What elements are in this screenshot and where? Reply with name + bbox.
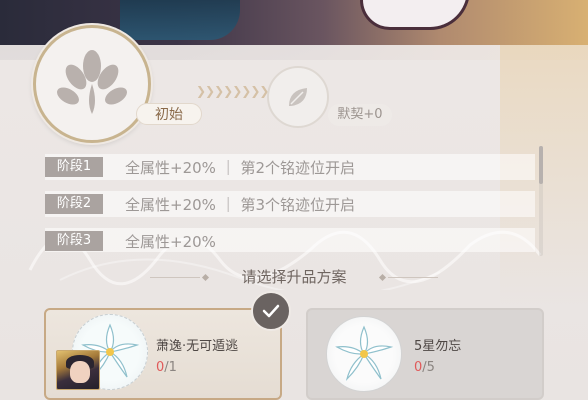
white-lily-icon [335,325,394,381]
stage-medallion [33,25,151,143]
stage-tag: 阶段2 [45,194,103,214]
divider [388,277,438,278]
stage-row: 阶段1 全属性+20% ｜ 第2个铭迹位开启 [45,154,535,180]
stage-desc: 全属性+20% [125,232,216,251]
option-count: 0/1 [156,360,177,375]
section-title: 请选择升品方案 [241,268,347,286]
bond-emblem [267,66,329,128]
background-figure [120,0,240,40]
lily-emblem-icon [57,50,127,114]
progress-chevrons: ❯❯❯❯❯❯❯❯❯❯ [196,84,288,98]
stage-desc: 全属性+20% ｜ 第2个铭迹位开启 [125,158,355,177]
stage-list-scrollbar-thumb[interactable] [539,146,543,184]
stage-tag: 阶段3 [45,231,103,251]
option-count: 0/5 [414,360,435,375]
checkmark-icon [262,304,280,318]
stage-row: 阶段3 全属性+20% [45,228,535,252]
material-frame [326,316,402,392]
stage-row: 阶段2 全属性+20% ｜ 第3个铭迹位开启 [45,191,535,217]
leaf-icon [289,88,307,106]
option-name: 5星勿忘 [414,339,462,354]
current-stage-label: 初始 [136,103,202,125]
stage-desc: 全属性+20% ｜ 第3个铭迹位开启 [125,195,355,214]
character-avatar [56,350,100,390]
stage-list[interactable]: 阶段1 全属性+20% ｜ 第2个铭迹位开启 阶段2 全属性+20% ｜ 第3个… [33,148,543,252]
selected-badge [251,291,291,331]
option-name: 萧逸·无可遁逃 [156,339,239,354]
stage-tag: 阶段1 [45,157,103,177]
bond-label: 默契+0 [328,104,392,126]
